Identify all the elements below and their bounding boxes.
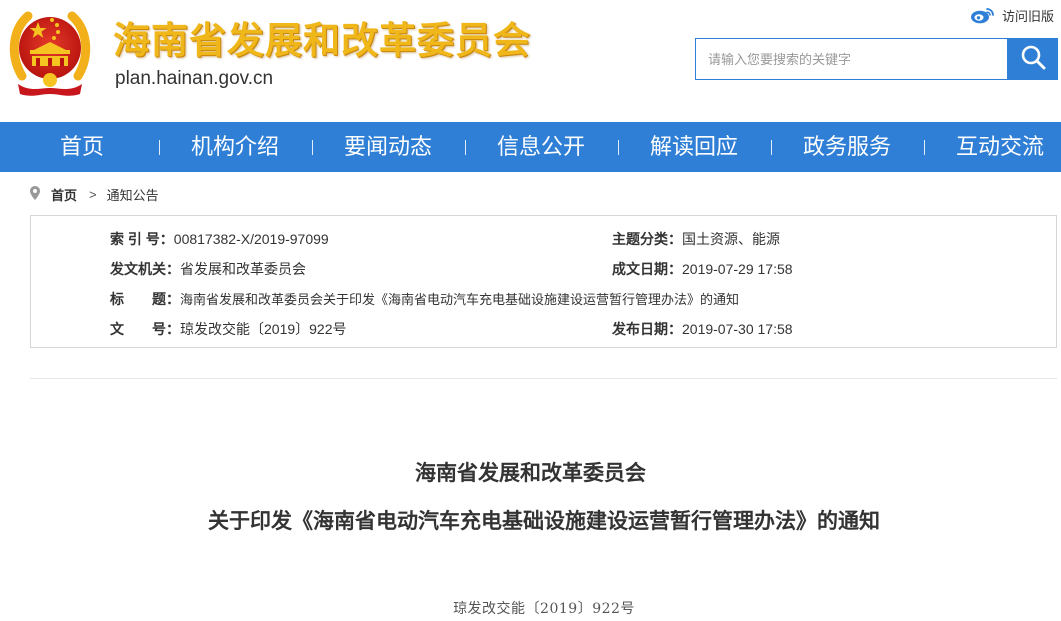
- info-published-label: 发布日期：: [612, 321, 682, 337]
- info-created: 成文日期：2019-07-29 17:58: [612, 259, 793, 279]
- site-title[interactable]: 海南省发展和改革委员会: [113, 10, 531, 64]
- content-divider: [30, 378, 1057, 379]
- site-domain: plan.hainan.gov.cn: [115, 68, 274, 89]
- search-input[interactable]: [696, 39, 1007, 79]
- info-issuer: 发文机关：省发展和改革委员会: [110, 259, 306, 279]
- info-docno-label: 文 号：: [110, 321, 180, 337]
- document-title-line2: 关于印发《海南省电动汽车充电基础设施建设运营暂行管理办法》的通知: [208, 508, 880, 533]
- old-version-link[interactable]: 访问旧版: [1002, 6, 1054, 25]
- breadcrumb-separator: >: [89, 186, 97, 202]
- info-index-value: 00817382-X/2019-97099: [173, 231, 329, 247]
- document-info-box: 索 引 号：00817382-X/2019-97099 主题分类：国土资源、能源…: [30, 215, 1057, 348]
- info-issuer-value: 省发展和改革委员会: [180, 261, 306, 277]
- nav-item-institution[interactable]: 机构介绍: [191, 122, 279, 172]
- nav-separator: [312, 140, 313, 155]
- breadcrumb-current[interactable]: 通知公告: [107, 185, 159, 204]
- nav-separator: [159, 140, 160, 155]
- breadcrumb: 首页 > 通知公告: [30, 183, 159, 205]
- info-topic-value: 国土资源、能源: [682, 231, 780, 247]
- info-created-label: 成文日期：: [612, 261, 682, 277]
- info-index: 索 引 号：00817382-X/2019-97099: [110, 229, 329, 249]
- nav-separator: [924, 140, 925, 155]
- nav-item-news[interactable]: 要闻动态: [344, 122, 432, 172]
- info-title-value: 海南省发展和改革委员会关于印发《海南省电动汽车充电基础设施建设运营暂行管理办法》…: [180, 292, 740, 307]
- location-pin-icon: [30, 185, 40, 203]
- info-topic: 主题分类：国土资源、能源: [612, 229, 780, 249]
- weibo-icon[interactable]: [970, 6, 996, 24]
- breadcrumb-home[interactable]: 首页: [51, 185, 77, 204]
- main-nav: 首页 机构介绍 要闻动态 信息公开 解读回应 政务服务 互动交流: [0, 122, 1061, 172]
- info-title: 标 题：海南省发展和改革委员会关于印发《海南省电动汽车充电基础设施建设运营暂行管…: [110, 289, 739, 309]
- nav-item-disclosure[interactable]: 信息公开: [497, 122, 585, 172]
- search-button[interactable]: [1008, 38, 1058, 80]
- info-index-label: 索 引 号：: [110, 231, 174, 247]
- info-topic-label: 主题分类：: [612, 231, 682, 247]
- top-links: 访问旧版: [970, 5, 1054, 25]
- nav-separator: [618, 140, 619, 155]
- nav-item-interaction[interactable]: 互动交流: [956, 122, 1044, 172]
- national-emblem-icon: [8, 6, 92, 98]
- info-published-value: 2019-07-30 17:58: [682, 321, 793, 337]
- info-issuer-label: 发文机关：: [110, 261, 180, 277]
- info-created-value: 2019-07-29 17:58: [682, 261, 793, 277]
- nav-item-interpretation[interactable]: 解读回应: [650, 122, 738, 172]
- document-number: 琼发改交能〔2019〕922号: [453, 601, 635, 617]
- search-icon: [1020, 44, 1046, 75]
- info-title-label: 标 题：: [110, 291, 180, 307]
- document-title-line1: 海南省发展和改革委员会: [415, 460, 646, 485]
- nav-item-services[interactable]: 政务服务: [803, 122, 891, 172]
- nav-separator: [465, 140, 466, 155]
- nav-item-home[interactable]: 首页: [60, 122, 104, 172]
- search-box: [695, 38, 1008, 80]
- info-docno-value: 琼发改交能〔2019〕922号: [180, 321, 347, 337]
- info-published: 发布日期：2019-07-30 17:58: [612, 319, 793, 339]
- info-docno: 文 号：琼发改交能〔2019〕922号: [110, 319, 347, 339]
- nav-separator: [771, 140, 772, 155]
